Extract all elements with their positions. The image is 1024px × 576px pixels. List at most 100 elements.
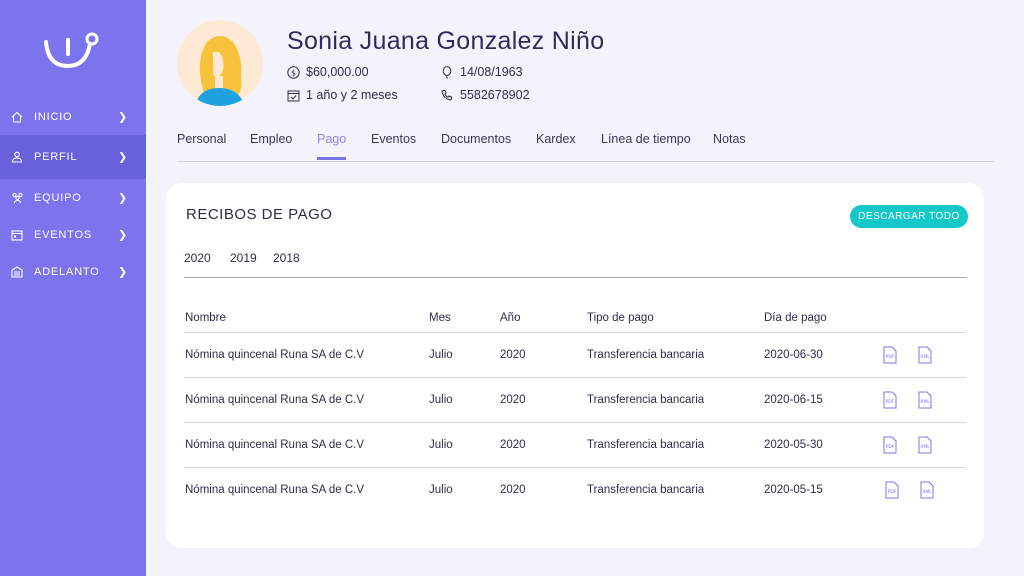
- profile-name: Sonia Juana Gonzalez Niño: [287, 27, 605, 55]
- year-2018[interactable]: 2018: [273, 251, 300, 265]
- chevron-right-icon: ❯: [117, 192, 128, 204]
- header-ano: Año: [500, 312, 521, 324]
- pdf-file-icon[interactable]: PDF: [882, 346, 898, 364]
- calendar-icon: [10, 228, 24, 242]
- svg-text:XML: XML: [922, 489, 932, 495]
- sidebar: INICIO ❯ PERFIL ❯ EQUIPO ❯ EVENTOS ❯ ADE…: [0, 0, 146, 576]
- table-row: Nómina quincenal Runa SA de C.V Julio 20…: [184, 468, 966, 513]
- svg-text:PDF: PDF: [886, 399, 895, 405]
- sidebar-item-adelanto[interactable]: ADELANTO ❯: [0, 253, 146, 290]
- sidebar-item-label: PERFIL: [34, 151, 78, 163]
- sidebar-item-perfil[interactable]: PERFIL ❯: [0, 135, 146, 179]
- tenure-info: 1 año y 2 meses: [287, 88, 398, 102]
- year-2019[interactable]: 2019: [230, 251, 257, 265]
- cell-ano: 2020: [500, 439, 526, 451]
- phone-icon: [441, 88, 455, 102]
- xml-file-icon[interactable]: XML: [919, 481, 935, 499]
- pdf-file-icon[interactable]: PDF: [882, 436, 898, 454]
- brand-logo-icon[interactable]: [40, 30, 102, 74]
- cell-dia-de-pago: 2020-06-30: [764, 349, 823, 361]
- card-title: RECIBOS DE PAGO: [186, 206, 333, 223]
- cell-ano: 2020: [500, 484, 526, 496]
- sidebar-item-eventos[interactable]: EVENTOS ❯: [0, 216, 146, 253]
- chevron-right-icon: ❯: [117, 151, 128, 164]
- cell-tipo-de-pago: Transferencia bancaria: [587, 349, 705, 361]
- svg-text:PDF: PDF: [886, 354, 895, 360]
- tab-documentos[interactable]: Documentos: [441, 132, 511, 156]
- receipts-table: Nombre Mes Año Tipo de pago Día de pago …: [184, 310, 966, 513]
- tab-notas[interactable]: Notas: [713, 132, 746, 156]
- table-row: Nómina quincenal Runa SA de C.V Julio 20…: [184, 423, 966, 468]
- tenure-value: 1 año y 2 meses: [306, 88, 398, 102]
- pdf-file-icon[interactable]: PDF: [882, 391, 898, 409]
- balloon-icon: [441, 65, 455, 79]
- cell-ano: 2020: [500, 349, 526, 361]
- cell-tipo-de-pago: Transferencia bancaria: [587, 484, 705, 496]
- tab-personal[interactable]: Personal: [177, 132, 226, 156]
- xml-file-icon[interactable]: XML: [917, 346, 933, 364]
- phone-value: 5582678902: [460, 88, 530, 102]
- cell-mes: Julio: [429, 394, 453, 406]
- svg-text:XML: XML: [920, 399, 930, 405]
- sidebar-item-label: EQUIPO: [34, 191, 82, 204]
- cell-mes: Julio: [429, 439, 453, 451]
- header-dia-de-pago: Día de pago: [764, 312, 827, 324]
- sidebar-item-label: EVENTOS: [34, 228, 92, 241]
- profile-tabs: Personal Empleo Pago Eventos Documentos …: [177, 130, 994, 162]
- svg-text:XML: XML: [920, 444, 930, 450]
- sidebar-nav: INICIO ❯ PERFIL ❯ EQUIPO ❯ EVENTOS ❯ ADE…: [0, 98, 146, 290]
- building-icon: [10, 265, 24, 279]
- sidebar-item-equipo[interactable]: EQUIPO ❯: [0, 179, 146, 216]
- year-2020[interactable]: 2020: [184, 251, 211, 265]
- year-filter: 2020 2019 2018: [184, 251, 967, 278]
- cell-nombre: Nómina quincenal Runa SA de C.V: [185, 439, 364, 451]
- tab-kardex[interactable]: Kardex: [536, 132, 576, 156]
- salary-info: $ $60,000.00: [287, 65, 369, 79]
- sidebar-item-inicio[interactable]: INICIO ❯: [0, 98, 146, 135]
- cell-tipo-de-pago: Transferencia bancaria: [587, 394, 705, 406]
- header-mes: Mes: [429, 312, 451, 324]
- home-icon: [10, 110, 24, 124]
- salary-value: $60,000.00: [306, 65, 369, 79]
- cell-nombre: Nómina quincenal Runa SA de C.V: [185, 484, 364, 496]
- chevron-right-icon: ❯: [117, 111, 128, 123]
- svg-text:PDF: PDF: [886, 444, 895, 450]
- dollar-icon: $: [287, 65, 301, 79]
- cell-mes: Julio: [429, 349, 453, 361]
- cell-tipo-de-pago: Transferencia bancaria: [587, 439, 705, 451]
- table-row: Nómina quincenal Runa SA de C.V Julio 20…: [184, 333, 966, 378]
- cell-dia-de-pago: 2020-05-30: [764, 439, 823, 451]
- tab-pago[interactable]: Pago: [317, 132, 346, 156]
- sidebar-item-label: ADELANTO: [34, 265, 100, 278]
- calendar-check-icon: [287, 88, 301, 102]
- team-icon: [10, 191, 24, 205]
- table-header: Nombre Mes Año Tipo de pago Día de pago: [184, 310, 966, 333]
- birthdate-value: 14/08/1963: [460, 65, 523, 79]
- avatar: [177, 20, 263, 106]
- tab-linea-de-tiempo[interactable]: Línea de tiempo: [601, 132, 691, 156]
- download-all-button[interactable]: DESCARGAR TODO: [850, 205, 968, 228]
- payment-receipts-card: RECIBOS DE PAGO DESCARGAR TODO 2020 2019…: [166, 183, 984, 548]
- sidebar-item-label: INICIO: [34, 110, 73, 123]
- cell-dia-de-pago: 2020-06-15: [764, 394, 823, 406]
- chevron-right-icon: ❯: [117, 266, 128, 278]
- table-row: Nómina quincenal Runa SA de C.V Julio 20…: [184, 378, 966, 423]
- cell-nombre: Nómina quincenal Runa SA de C.V: [185, 349, 364, 361]
- birthdate-info: 14/08/1963: [441, 65, 523, 79]
- svg-text:XML: XML: [920, 354, 930, 360]
- tab-eventos[interactable]: Eventos: [371, 132, 416, 156]
- tab-empleo[interactable]: Empleo: [250, 132, 292, 156]
- chevron-right-icon: ❯: [117, 229, 128, 241]
- cell-nombre: Nómina quincenal Runa SA de C.V: [185, 394, 364, 406]
- pdf-file-icon[interactable]: PDF: [884, 481, 900, 499]
- svg-text:$: $: [291, 68, 296, 77]
- cell-mes: Julio: [429, 484, 453, 496]
- phone-info: 5582678902: [441, 88, 530, 102]
- cell-ano: 2020: [500, 394, 526, 406]
- xml-file-icon[interactable]: XML: [917, 436, 933, 454]
- xml-file-icon[interactable]: XML: [917, 391, 933, 409]
- header-nombre: Nombre: [185, 312, 226, 324]
- active-tab-indicator: [317, 157, 346, 160]
- user-icon: [10, 150, 24, 164]
- svg-text:PDF: PDF: [888, 489, 897, 495]
